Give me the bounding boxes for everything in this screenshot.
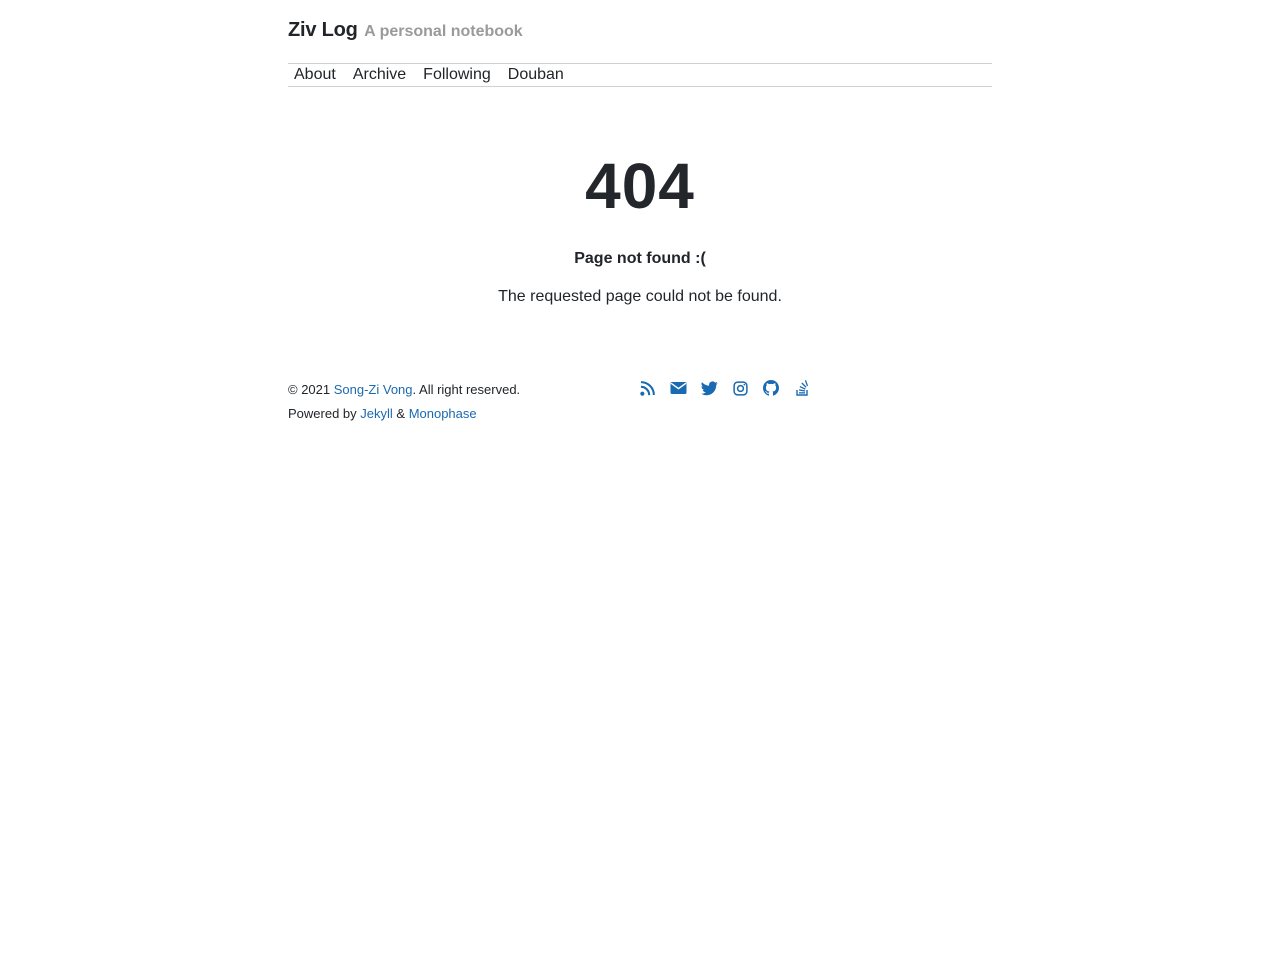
site-tagline: A personal notebook xyxy=(364,23,523,40)
monophase-link[interactable]: Monophase xyxy=(409,406,477,421)
rss-icon[interactable] xyxy=(638,379,656,397)
stack-overflow-icon[interactable] xyxy=(793,379,811,397)
error-content: 404 Page not found :( The requested page… xyxy=(288,151,992,306)
copyright-line: © 2021 Song-Zi Vong. All right reserved. xyxy=(288,378,520,402)
twitter-icon[interactable] xyxy=(700,379,718,397)
page-container: Ziv Log A personal notebook About Archiv… xyxy=(288,0,992,421)
powered-prefix: Powered by xyxy=(288,406,361,421)
site-nav: About Archive Following Douban xyxy=(288,63,992,87)
error-code: 404 xyxy=(585,150,695,222)
social-links xyxy=(638,379,824,397)
site-footer: © 2021 Song-Zi Vong. All right reserved.… xyxy=(288,378,992,438)
jekyll-link[interactable]: Jekyll xyxy=(360,406,393,421)
site-title[interactable]: Ziv Log xyxy=(288,19,358,41)
nav-item-following[interactable]: Following xyxy=(423,63,491,87)
copyright-suffix: . All right reserved. xyxy=(412,382,521,397)
site-header: Ziv Log A personal notebook xyxy=(288,0,992,44)
powered-by-line: Powered by Jekyll & Monophase xyxy=(288,402,520,426)
github-icon[interactable] xyxy=(762,379,780,397)
nav-item-douban[interactable]: Douban xyxy=(508,63,564,87)
error-title: Page not found :( xyxy=(574,250,706,267)
copyright-prefix: © 2021 xyxy=(288,382,334,397)
error-message: The requested page could not be found. xyxy=(498,288,782,305)
instagram-icon[interactable] xyxy=(731,379,749,397)
nav-item-about[interactable]: About xyxy=(294,63,336,87)
nav-item-archive[interactable]: Archive xyxy=(353,63,406,87)
author-link[interactable]: Song-Zi Vong xyxy=(334,382,413,397)
footer-text: © 2021 Song-Zi Vong. All right reserved.… xyxy=(288,378,520,426)
powered-amp: & xyxy=(392,406,409,421)
envelope-icon[interactable] xyxy=(669,379,687,397)
